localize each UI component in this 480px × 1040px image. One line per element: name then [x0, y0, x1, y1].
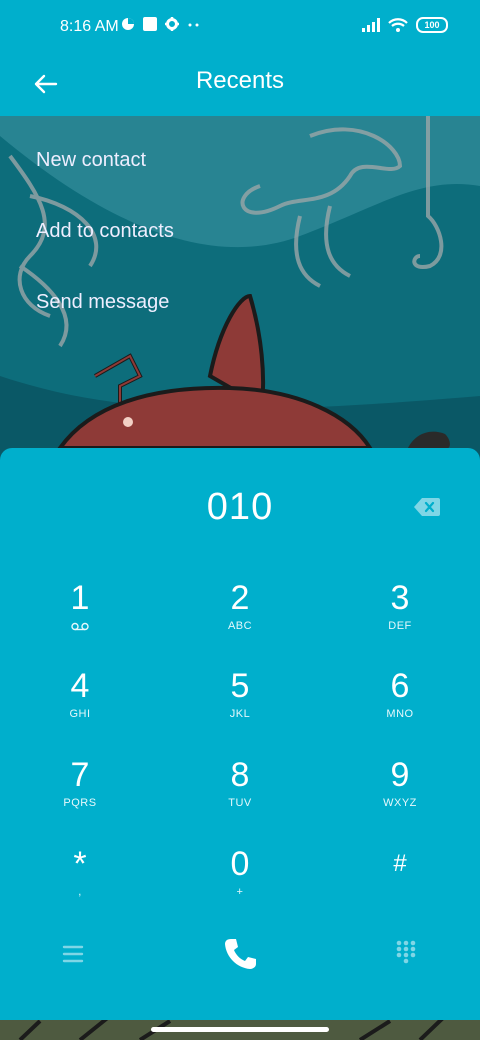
menu-item-send-message[interactable]: Send message [0, 275, 480, 346]
home-indicator[interactable] [151, 1027, 329, 1032]
key-letters: TUV [228, 797, 252, 809]
key-hash[interactable]: # [320, 844, 480, 932]
data-saver-icon [122, 18, 134, 30]
key-0[interactable]: 0 + [160, 844, 320, 932]
dialer-sheet: 010 1 2 ABC 3 DEF 4 GHI 5 JKL 6 MNO 7 PQ… [0, 448, 480, 1020]
wifi-icon [388, 18, 408, 32]
backspace-icon[interactable] [414, 498, 440, 516]
key-letters: DEF [388, 620, 412, 632]
key-digit: 3 [390, 579, 410, 617]
key-3[interactable]: 3 DEF [320, 578, 480, 666]
key-digit: 6 [390, 667, 410, 705]
key-digit: 0 [230, 845, 250, 883]
key-digit: 2 [230, 579, 250, 617]
key-6[interactable]: 6 MNO [320, 666, 480, 754]
key-digit: 7 [70, 756, 90, 794]
app-bar: Recents [0, 56, 480, 116]
page-title: Recents [195, 67, 285, 94]
key-letters: , [78, 886, 82, 898]
square-notification-icon [143, 17, 157, 31]
key-digit: 9 [390, 756, 410, 794]
key-4[interactable]: 4 GHI [0, 666, 160, 754]
key-letters: ABC [227, 620, 253, 632]
system-icons: 100 [362, 17, 448, 33]
key-7[interactable]: 7 PQRS [0, 755, 160, 843]
status-bar: 8:16 AM 100 [0, 0, 480, 56]
key-digit: 8 [230, 756, 250, 794]
key-letters: WXYZ [383, 797, 417, 809]
dialer-actions [0, 936, 480, 976]
key-digit: * [73, 845, 87, 883]
phone-call-icon[interactable] [222, 936, 258, 972]
key-letters: JKL [229, 708, 251, 720]
dialed-number: 010 [206, 486, 274, 528]
key-5[interactable]: 5 JKL [160, 666, 320, 754]
key-9[interactable]: 9 WXYZ [320, 755, 480, 843]
key-digit: 5 [230, 667, 250, 705]
menu-item-new-contact[interactable]: New contact [0, 116, 480, 204]
dialpad-icon[interactable] [396, 940, 416, 964]
key-star[interactable]: * , [0, 844, 160, 932]
voicemail-icon [71, 622, 89, 631]
key-digit: # [393, 850, 407, 877]
key-letters: PQRS [63, 797, 97, 809]
key-digit: 4 [70, 667, 90, 705]
settings-gear-icon [165, 17, 179, 31]
key-2[interactable]: 2 ABC [160, 578, 320, 666]
key-letters: MNO [386, 708, 414, 720]
options-menu: New contact Add to contacts Send message [0, 116, 480, 346]
signal-icon [362, 18, 380, 32]
key-digit: 1 [70, 579, 90, 617]
notification-icons [121, 17, 201, 31]
key-letters: GHI [69, 708, 91, 720]
menu-item-add-to-contacts[interactable]: Add to contacts [0, 204, 480, 275]
key-8[interactable]: 8 TUV [160, 755, 320, 843]
status-time: 8:16 AM [60, 18, 119, 35]
key-1[interactable]: 1 [0, 578, 160, 666]
battery-indicator: 100 [416, 17, 448, 33]
key-letters: + [236, 886, 244, 898]
menu-icon[interactable] [62, 944, 84, 964]
more-notifications-icon [188, 23, 199, 27]
